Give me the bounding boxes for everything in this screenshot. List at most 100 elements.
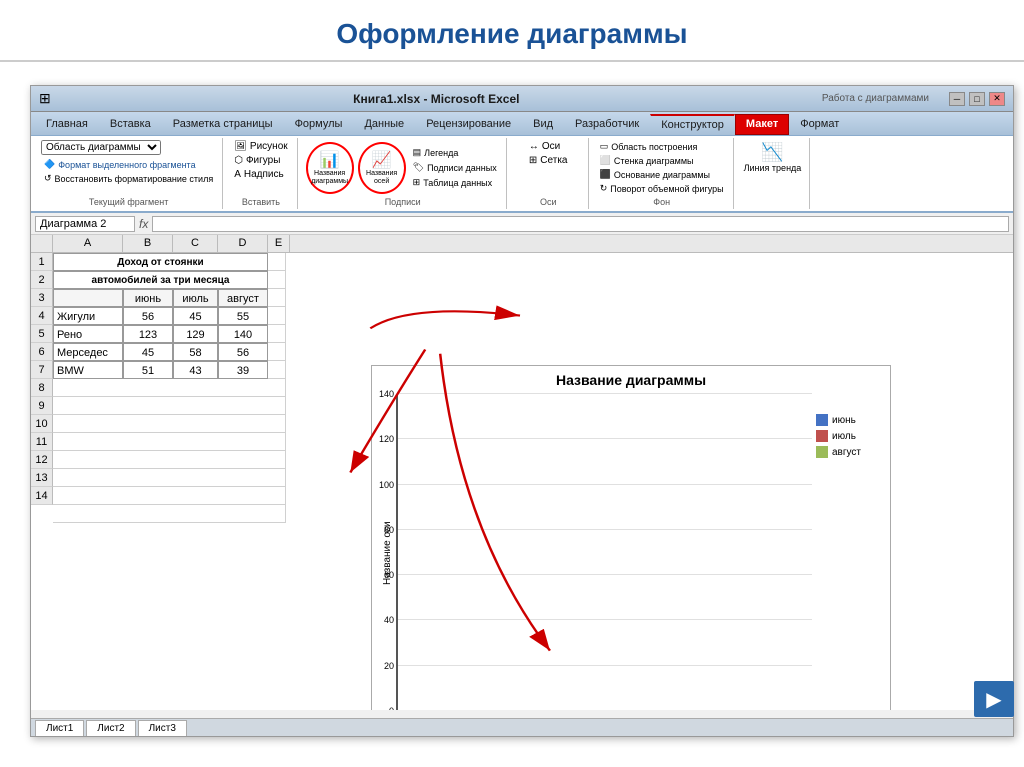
oblast-p-icon: ▭ [600, 141, 609, 152]
tick-20: 20 [384, 661, 394, 671]
tab-glavnaya[interactable]: Главная [35, 114, 99, 135]
chart-area[interactable]: Название диаграммы Название оси 0 20 40 [371, 365, 891, 710]
legend-label-june: июнь [832, 415, 856, 426]
figury-btn[interactable]: ⬡ Фигуры [231, 154, 290, 167]
formula-input[interactable] [152, 216, 1009, 232]
sheet-tab-2[interactable]: Лист2 [86, 720, 135, 736]
cell-c5[interactable]: 58 [173, 343, 218, 361]
group-linia: 📉 Линия тренда [736, 138, 811, 209]
cell-empty9[interactable] [53, 415, 286, 433]
vosstanovit-btn[interactable]: ↺ Восстановить форматирование стиля [41, 172, 216, 185]
cell-empty10[interactable] [53, 433, 286, 451]
tab-formuly[interactable]: Формулы [284, 114, 354, 135]
cell-d3[interactable]: 55 [218, 307, 268, 325]
cell-empty11[interactable] [53, 451, 286, 469]
cell-empty7[interactable] [53, 379, 286, 397]
cell-b3[interactable]: 56 [123, 307, 173, 325]
podpisi-dannych-btn[interactable]: 🏷 Подписи данных [410, 161, 500, 174]
cell-c4[interactable]: 129 [173, 325, 218, 343]
cell-e6[interactable] [268, 361, 286, 379]
format-vyd-btn[interactable]: 🔷 Формат выделенного фрагмента [41, 158, 216, 171]
window-controls[interactable]: ─ □ ✕ [949, 92, 1005, 106]
cell-d5[interactable]: 56 [218, 343, 268, 361]
tab-razmetka[interactable]: Разметка страницы [162, 114, 284, 135]
title-cell-1[interactable]: Доход от стоянки [53, 253, 268, 271]
cell-b6[interactable]: 51 [123, 361, 173, 379]
rn-6: 6 [31, 343, 53, 361]
tab-konstruktor[interactable]: Конструктор [650, 114, 735, 135]
name-box[interactable] [35, 216, 135, 232]
nazv-diagrammy-btn[interactable]: 📊 Названиядиаграммы [306, 142, 354, 194]
nav-arrow[interactable]: ▶ [974, 681, 1014, 717]
legend-july: июль [816, 430, 878, 442]
tab-razrab[interactable]: Разработчик [564, 114, 650, 135]
cell-b4[interactable]: 123 [123, 325, 173, 343]
cell-d6[interactable]: 39 [218, 361, 268, 379]
cell-e3[interactable] [268, 307, 286, 325]
osi-label: Оси [540, 195, 557, 207]
cell-e1[interactable] [268, 253, 286, 271]
cell-empty14[interactable] [53, 505, 286, 523]
maximize-btn[interactable]: □ [969, 92, 985, 106]
legenda-btn[interactable]: ▤ Легенда [410, 146, 500, 159]
minimize-btn[interactable]: ─ [949, 92, 965, 106]
vosstanovit-label: Восстановить форматирование стиля [55, 174, 214, 184]
risunok-btn[interactable]: 🖼 Рисунок [231, 140, 290, 153]
legend-june: июнь [816, 414, 878, 426]
tick-140: 140 [379, 389, 394, 399]
sheet-tab-1[interactable]: Лист1 [35, 720, 84, 736]
figury-icon: ⬡ [234, 155, 243, 166]
cell-c6[interactable]: 43 [173, 361, 218, 379]
stenka-btn[interactable]: ⬜ Стенка диаграммы [597, 154, 727, 167]
linia-trenda-btn[interactable]: 📉 Линия тренда [742, 140, 804, 175]
cell-a5[interactable]: Мерседес [53, 343, 123, 361]
setka-btn[interactable]: ⊞ Сетка [526, 154, 571, 167]
cell-a6[interactable]: BMW [53, 361, 123, 379]
cell-empty8[interactable] [53, 397, 286, 415]
tablica-dannych-btn[interactable]: ⊞ Таблица данных [410, 176, 500, 189]
cell-empty12[interactable] [53, 469, 286, 487]
cell-d4[interactable]: 140 [218, 325, 268, 343]
nazv-osey-btn[interactable]: 📈 Названияосей [358, 142, 406, 194]
tab-maket[interactable]: Макет [735, 114, 789, 135]
row-4: Рено 123 129 140 [53, 325, 1013, 343]
rn-4: 4 [31, 307, 53, 325]
tick-120: 120 [379, 434, 394, 444]
tab-format[interactable]: Формат [789, 114, 850, 135]
cell-empty13[interactable] [53, 487, 286, 505]
osi-btn[interactable]: ↔ Оси [526, 140, 571, 153]
cell-c2[interactable]: июль [173, 289, 218, 307]
title-bar-text: Книга1.xlsx - Microsoft Excel [51, 92, 822, 106]
nadpis-btn[interactable]: A Надпись [231, 168, 290, 181]
cell-b5[interactable]: 45 [123, 343, 173, 361]
tab-vstavka[interactable]: Вставка [99, 114, 162, 135]
cell-a3[interactable]: Жигули [53, 307, 123, 325]
cell-e2[interactable] [268, 289, 286, 307]
group-tekuschiy: Область диаграммы 🔷 Формат выделенного ф… [35, 138, 223, 209]
tab-recenz[interactable]: Рецензирование [415, 114, 522, 135]
slide-title-area: Оформление диаграммы [0, 0, 1024, 62]
oblast-postr-btn[interactable]: ▭ Область построения [597, 140, 727, 153]
oblast-select[interactable]: Область диаграммы [41, 140, 161, 155]
podpisi-btns: 📊 Названиядиаграммы 📈 Названияосей ▤ Лег… [306, 140, 500, 195]
rn-13: 13 [31, 469, 53, 487]
cell-e4[interactable] [268, 325, 286, 343]
sheet-tab-3[interactable]: Лист3 [138, 720, 187, 736]
nav-arrow-icon: ▶ [986, 687, 1001, 712]
tab-dannye[interactable]: Данные [353, 114, 415, 135]
cell-a2[interactable] [53, 289, 123, 307]
cell-d2[interactable]: август [218, 289, 268, 307]
cell-e5[interactable] [268, 343, 286, 361]
close-btn[interactable]: ✕ [989, 92, 1005, 106]
title-cell-2[interactable]: автомобилей за три месяца [53, 271, 268, 289]
nazv-diagrammy-icon: 📊 [320, 150, 340, 170]
cell-a4[interactable]: Рено [53, 325, 123, 343]
povorot-btn[interactable]: ↻ Поворот объемной фигуры [597, 182, 727, 195]
osnovanie-btn[interactable]: ⬛ Основание диаграммы [597, 168, 727, 181]
col-e-header: E [268, 235, 290, 252]
linia-label: Линия тренда [744, 163, 802, 173]
cell-e1b[interactable] [268, 271, 286, 289]
cell-b2[interactable]: июнь [123, 289, 173, 307]
tab-vid[interactable]: Вид [522, 114, 564, 135]
cell-c3[interactable]: 45 [173, 307, 218, 325]
